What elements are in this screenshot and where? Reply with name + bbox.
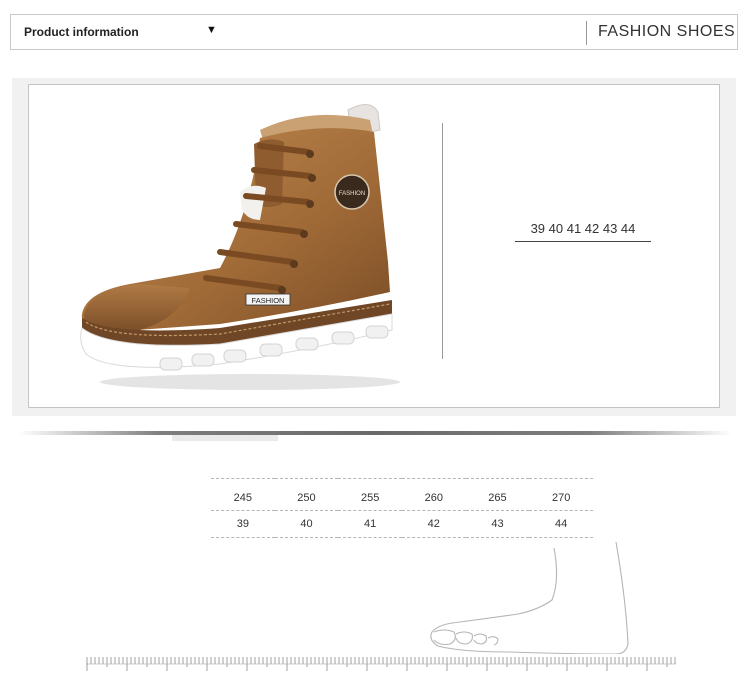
table-cell-length: 270 <box>529 478 593 511</box>
section-divider-highlight <box>172 435 278 441</box>
table-cell-size: 41 <box>338 510 402 538</box>
side-tag-text: FASHION <box>252 296 285 305</box>
table-cell-size: 39 <box>211 510 275 538</box>
table-row: 39 40 41 42 43 44 <box>211 510 593 538</box>
table-cell-length: 250 <box>274 478 339 511</box>
frame-divider <box>442 123 443 359</box>
chevron-down-icon[interactable]: ▼ <box>206 24 217 36</box>
table-cell-size: 42 <box>401 510 466 538</box>
available-sizes: 39 40 41 42 43 44 <box>515 221 651 242</box>
table-cell-size: 44 <box>529 510 593 538</box>
table-cell-size: 40 <box>274 510 339 538</box>
badge-text: FASHION <box>339 191 365 197</box>
product-image: FASHION FASHION <box>80 104 400 390</box>
product-info-header: Product information ▼ FASHION SHOES <box>10 14 738 50</box>
table-cell-length: 255 <box>338 478 402 511</box>
size-chart-table: 245 250 255 260 265 270 39 40 41 42 43 4… <box>211 478 593 538</box>
table-row: 245 250 255 260 265 270 <box>211 478 593 511</box>
product-info-label: Product information <box>24 25 139 39</box>
table-cell-size: 43 <box>465 510 530 538</box>
section-divider <box>18 431 732 435</box>
table-cell-length: 260 <box>401 478 466 511</box>
table-cell-length: 265 <box>465 478 530 511</box>
header-divider <box>586 21 587 45</box>
table-cell-length: 245 <box>211 478 275 511</box>
measuring-ruler <box>86 654 676 672</box>
brand-title: FASHION SHOES <box>598 23 736 40</box>
foot-outline-illustration <box>430 541 629 655</box>
